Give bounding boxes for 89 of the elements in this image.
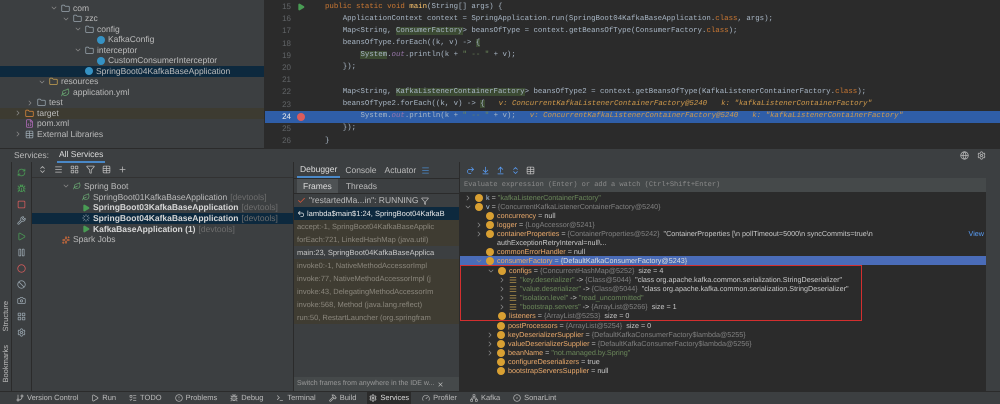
folder-icon (85, 24, 94, 34)
line-number: 18 (281, 38, 291, 50)
leaf-icon (61, 88, 70, 97)
class-icon (97, 36, 105, 44)
step-over-icon[interactable] (466, 166, 475, 174)
close-icon[interactable] (437, 380, 444, 388)
project-tree-item[interactable]: zzc (0, 14, 264, 24)
alert-icon (174, 394, 183, 402)
line-number: 17 (281, 25, 291, 38)
line-number: 20 (281, 62, 291, 74)
terminal-icon (276, 394, 284, 402)
code-editor[interactable] (265, 0, 1000, 148)
debugger-tab[interactable]: Actuator (382, 162, 420, 178)
folder-icon (73, 14, 82, 24)
service-item[interactable]: SpringBoot04KafkaBaseApplication [devtools] (32, 213, 293, 224)
project-tree-item[interactable]: pom.xml (0, 118, 264, 129)
leaf-icon (73, 182, 81, 190)
folder-icon (37, 98, 46, 108)
network-icon (470, 394, 478, 402)
service-name: KafkaBaseApplication (1) (93, 223, 196, 236)
services-tree-item[interactable]: Spark Jobs (32, 234, 293, 246)
line-number: 22 (281, 86, 291, 98)
service-tag: [devtools] (241, 212, 278, 225)
project-tree-item[interactable]: KafkaConfig (0, 34, 264, 45)
project-tree-item[interactable]: target (0, 108, 264, 118)
project-tree-item[interactable]: CustomConsumerInterceptor (0, 56, 264, 66)
add-icon[interactable] (118, 165, 127, 174)
camera-icon[interactable] (17, 296, 26, 305)
pause-icon[interactable] (17, 248, 26, 257)
resume-icon[interactable] (17, 232, 26, 241)
folder-icon (25, 108, 34, 118)
folder-icon (49, 77, 58, 86)
branch-icon (16, 394, 24, 402)
filter-icon[interactable] (86, 165, 95, 174)
project-tree-item[interactable]: External Libraries (0, 129, 264, 140)
frames-tab[interactable]: Frames (297, 178, 338, 194)
line-number: 19 (281, 50, 291, 62)
layout-icon[interactable] (17, 312, 26, 321)
run-icon[interactable] (297, 3, 305, 12)
settings-icon[interactable] (977, 151, 986, 160)
services-tree-item[interactable]: Spring Boot (32, 181, 293, 192)
project-tree-item[interactable]: SpringBoot04KafkaBaseApplication (0, 66, 264, 76)
check-icon (297, 196, 306, 205)
folder-icon (61, 4, 70, 13)
gauge-icon (422, 394, 430, 402)
settings-icon[interactable] (17, 328, 26, 337)
menu-icon[interactable] (421, 166, 430, 174)
sparkle-icon (62, 236, 70, 244)
frames-tab[interactable]: Threads (340, 178, 383, 194)
globe-icon[interactable] (960, 151, 969, 160)
refresh-icon[interactable] (17, 168, 26, 177)
gear-icon (369, 394, 378, 402)
return-arrow-icon (297, 210, 305, 218)
line-number: 25 (281, 122, 291, 135)
project-tree-item[interactable]: interceptor (0, 45, 264, 56)
line-number: 24 (281, 110, 291, 123)
expand-all-icon[interactable] (38, 165, 47, 174)
thread-selector[interactable]: "restartedMa...in": RUNNING (309, 194, 418, 207)
line-number: 16 (281, 13, 291, 26)
file-icon (25, 119, 34, 128)
checklist-icon (129, 394, 138, 402)
panel-title: Services: (14, 149, 49, 162)
project-tree-item[interactable]: com (0, 3, 264, 14)
step-into-icon[interactable] (481, 166, 490, 174)
hammer-icon (328, 394, 337, 402)
bug-icon[interactable] (17, 184, 26, 193)
line-number: 26 (281, 135, 291, 148)
line-number: 15 (281, 1, 291, 14)
project-tree-item[interactable]: resources (0, 76, 264, 87)
step-out-icon[interactable] (496, 166, 505, 174)
project-tree-item[interactable]: config (0, 24, 264, 34)
target-icon (513, 394, 522, 402)
services-tab[interactable]: All Services (56, 148, 106, 162)
debugger-tab[interactable]: Console (342, 162, 380, 178)
stop-icon[interactable] (17, 200, 26, 209)
folder-icon (85, 46, 94, 55)
project-tree-item[interactable]: test (0, 98, 264, 108)
project-tree-item[interactable]: application.yml (0, 87, 264, 98)
play-icon (91, 394, 100, 402)
service-name: SpringBoot03KafkaBaseApplication (93, 202, 238, 214)
service-name: SpringBoot01KafkaBaseApplication (93, 191, 228, 204)
line-number: 23 (281, 98, 291, 111)
group-icon[interactable] (70, 165, 79, 174)
circle-icon[interactable] (17, 264, 26, 273)
bug-icon (230, 394, 238, 402)
wrench-icon[interactable] (17, 216, 26, 225)
line-number: 21 (281, 74, 291, 86)
service-name: SpringBoot04KafkaBaseApplication (93, 212, 238, 225)
filter-icon[interactable] (421, 196, 430, 204)
